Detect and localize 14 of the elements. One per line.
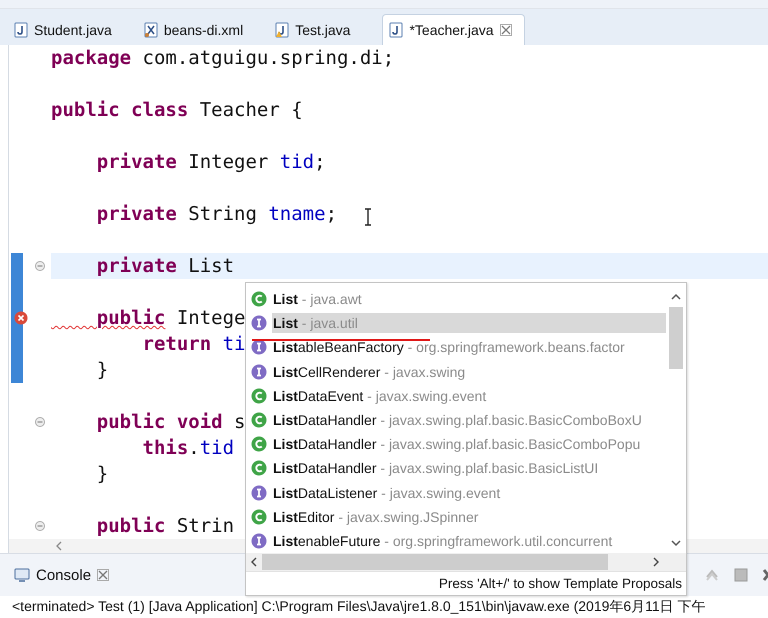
code-line: public Strin bbox=[96, 514, 234, 539]
code-line: public class Teacher { bbox=[51, 98, 303, 123]
code-line: private String tname; bbox=[96, 202, 338, 227]
code-line: private Integer tid; bbox=[96, 150, 326, 175]
code-line: this.tid bbox=[142, 436, 234, 461]
hint-text: Press 'Alt+/' to show Template Proposals bbox=[246, 571, 686, 595]
code-line: } bbox=[96, 462, 108, 487]
code-line: package com.atguigu.spring.di; bbox=[51, 46, 394, 71]
code-line: return ti bbox=[142, 332, 246, 357]
console-output: <terminated> Test (1) [Java Application] C:\Program Files\Java\jre1.8.0_151\bin\javaw.exe (2019年6月11日 下午 bbox=[11, 597, 707, 616]
code-line: public Intege bbox=[96, 306, 246, 331]
code-line: } bbox=[96, 358, 108, 383]
code-line: public void s bbox=[96, 410, 246, 435]
code-line: private List bbox=[96, 254, 234, 279]
